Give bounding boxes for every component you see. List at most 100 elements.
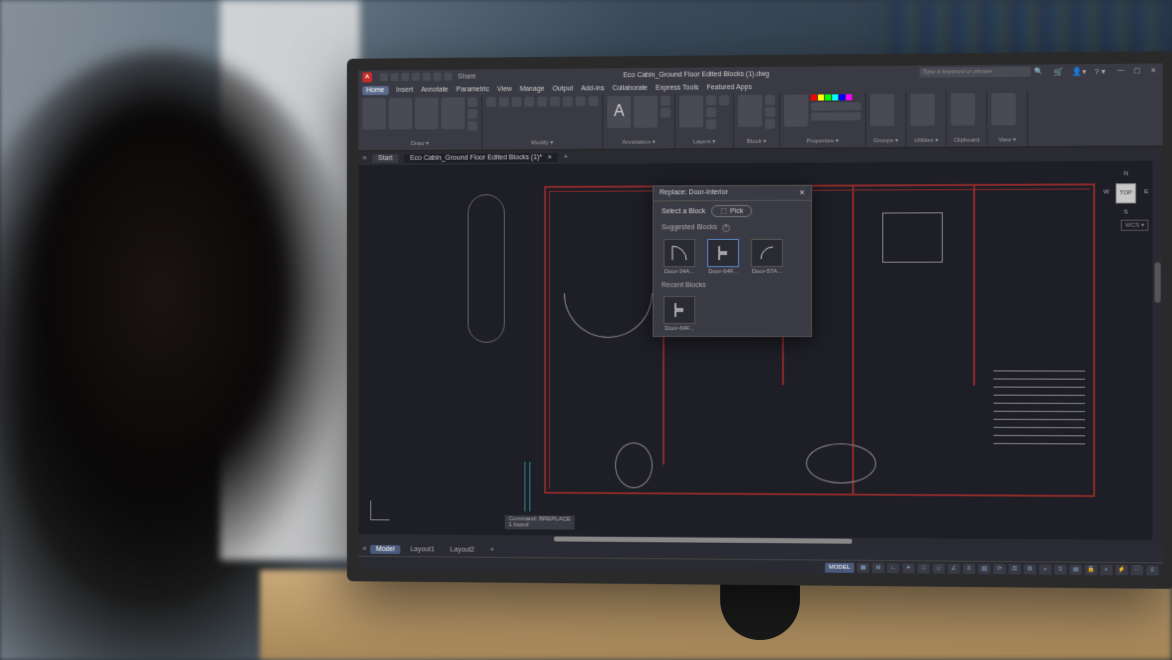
layer-freeze-icon[interactable]	[706, 107, 716, 117]
status-lineweight-icon[interactable]: ≡	[963, 563, 975, 573]
layout1-tab[interactable]: Layout1	[404, 545, 440, 554]
wcs-dropdown[interactable]: WCS ▾	[1121, 220, 1148, 231]
status-polar-icon[interactable]: ✶	[902, 563, 914, 573]
bylayer-dropdown[interactable]	[811, 102, 861, 110]
status-ortho-icon[interactable]: ∟	[887, 563, 899, 573]
tab-annotate[interactable]: Annotate	[421, 86, 448, 93]
block-item-1[interactable]: Door-34A...	[662, 239, 698, 275]
viewcube-top-face[interactable]: TOP	[1116, 183, 1136, 203]
ucs-icon[interactable]	[366, 495, 395, 525]
paste-tool[interactable]	[951, 93, 975, 125]
layout-add-tab[interactable]: +	[484, 545, 500, 554]
status-lockui-icon[interactable]: 🔒	[1085, 564, 1097, 574]
qat-new-icon[interactable]	[380, 73, 388, 81]
tab-home[interactable]: Home	[362, 86, 388, 95]
mirror-tool[interactable]	[537, 97, 547, 107]
viewcube-east[interactable]: E	[1144, 189, 1148, 195]
qat-save-icon[interactable]	[401, 73, 409, 81]
hatch-tool[interactable]	[468, 121, 478, 131]
status-units-icon[interactable]: ≡	[1054, 564, 1066, 574]
status-otrack-icon[interactable]: ∠	[948, 563, 960, 573]
tab-start[interactable]: Start	[372, 154, 398, 163]
trim-tool[interactable]	[512, 97, 522, 107]
status-model-button[interactable]: MODEL	[825, 562, 854, 572]
line-tool[interactable]	[362, 98, 385, 130]
edit-block-icon[interactable]	[765, 107, 775, 117]
status-workspace-icon[interactable]: ⚙	[1024, 564, 1036, 574]
layout-model-tab[interactable]: Model	[370, 544, 400, 553]
file-tab-close-icon[interactable]: ×	[548, 154, 552, 161]
status-snap-icon[interactable]: ⊞	[872, 562, 884, 572]
status-annomonitor-icon[interactable]: +	[1039, 564, 1051, 574]
tab-view[interactable]: View	[497, 86, 512, 93]
tab-addins[interactable]: Add-ins	[581, 85, 604, 92]
status-grid-icon[interactable]: ▦	[857, 562, 869, 572]
tab-express[interactable]: Express Tools	[656, 84, 699, 91]
ellipse-tool[interactable]	[468, 109, 478, 119]
text-tool[interactable]: A	[607, 96, 631, 128]
match-properties-tool[interactable]	[784, 95, 808, 127]
layer-match-icon[interactable]	[719, 95, 729, 105]
maximize-button[interactable]: ▢	[1132, 67, 1142, 75]
status-cleanscreen-icon[interactable]: ⛶	[1131, 565, 1143, 575]
status-annoscale-icon[interactable]: ⚖	[1009, 564, 1021, 574]
hscroll-thumb[interactable]	[554, 536, 852, 543]
app-icon[interactable]: A	[362, 72, 372, 82]
minimize-button[interactable]: —	[1116, 67, 1126, 75]
help-search-input[interactable]: Type a keyword or phrase	[919, 67, 1030, 78]
status-hardware-icon[interactable]: ⚡	[1116, 565, 1128, 575]
leader-tool[interactable]	[661, 96, 671, 106]
qat-redo-icon[interactable]	[444, 73, 452, 81]
tab-featured[interactable]: Featured Apps	[707, 84, 752, 91]
copy-tool[interactable]	[524, 97, 534, 107]
status-customize-icon[interactable]: ≡	[1146, 565, 1158, 575]
lineweight-dropdown[interactable]	[811, 112, 861, 120]
tab-manage[interactable]: Manage	[520, 85, 545, 92]
block-item-2[interactable]: Door-64F...	[705, 239, 741, 275]
tab-insert[interactable]: Insert	[396, 86, 413, 93]
arc-tool[interactable]	[441, 97, 464, 129]
help-icon[interactable]: ? ▾	[1094, 66, 1105, 75]
insert-block-tool[interactable]	[738, 95, 762, 127]
menu-icon[interactable]: ≡	[362, 155, 366, 162]
view-base-tool[interactable]	[991, 93, 1015, 125]
status-3dosnap-icon[interactable]: ◇	[933, 563, 945, 573]
close-button[interactable]: ✕	[1148, 66, 1158, 74]
fillet-tool[interactable]	[550, 97, 560, 107]
dialog-close-icon[interactable]: ✕	[799, 189, 805, 197]
tab-collaborate[interactable]: Collaborate	[612, 84, 647, 91]
recent-block-item-1[interactable]: Door-64F...	[662, 296, 698, 332]
tab-current-file[interactable]: Eco Cabin_Ground Floor Edited Blocks (1)…	[404, 153, 558, 163]
array-tool[interactable]	[588, 96, 598, 106]
search-icon[interactable]: 🔍	[1035, 67, 1044, 75]
viewcube[interactable]: N S E W TOP	[1103, 171, 1148, 216]
new-tab-button[interactable]: +	[564, 154, 568, 161]
info-icon[interactable]: ?	[722, 224, 730, 232]
viewcube-west[interactable]: W	[1103, 189, 1109, 195]
create-block-icon[interactable]	[765, 95, 775, 105]
stretch-tool[interactable]	[563, 96, 573, 106]
layer-off-icon[interactable]	[706, 95, 716, 105]
viewcube-south[interactable]: S	[1124, 210, 1128, 216]
move-tool[interactable]	[486, 97, 496, 107]
group-tool[interactable]	[870, 94, 894, 126]
cart-icon[interactable]: 🛒	[1054, 67, 1064, 76]
user-icon[interactable]: 👤▾	[1072, 67, 1086, 76]
edit-attr-icon[interactable]	[765, 119, 775, 129]
polyline-tool[interactable]	[389, 98, 412, 130]
viewcube-north[interactable]: N	[1124, 171, 1128, 177]
qat-open-icon[interactable]	[391, 73, 399, 81]
status-transparency-icon[interactable]: ▧	[978, 563, 990, 573]
qat-plot-icon[interactable]	[423, 73, 431, 81]
scale-tool[interactable]	[576, 96, 586, 106]
status-cycling-icon[interactable]: ⟳	[993, 564, 1005, 574]
measure-tool[interactable]	[910, 94, 934, 126]
tab-output[interactable]: Output	[552, 85, 573, 92]
drawing-canvas[interactable]: N S E W TOP WCS ▾ Replace: Door-Interior…	[359, 161, 1163, 548]
status-quickprops-icon[interactable]: ▤	[1070, 564, 1082, 574]
rect-tool[interactable]	[468, 97, 478, 107]
share-button[interactable]: Share	[458, 73, 476, 80]
dimension-tool[interactable]	[634, 96, 658, 128]
color-swatch[interactable]	[811, 94, 861, 100]
qat-saveas-icon[interactable]	[412, 73, 420, 81]
